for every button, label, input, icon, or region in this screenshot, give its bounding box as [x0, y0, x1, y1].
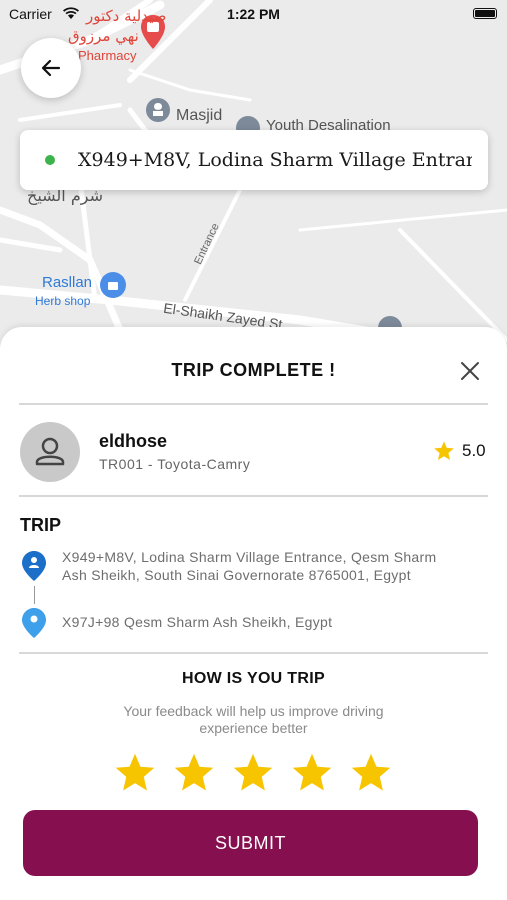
raslan-label: Rasllan: [42, 274, 93, 291]
driver-name: eldhose: [99, 431, 168, 451]
divider: [19, 652, 488, 654]
route-connector: [34, 586, 35, 604]
pickup-address-line-2: Ash Sheikh, South Sinai Governorate 8765…: [62, 567, 411, 583]
dropoff-pin-icon: [22, 608, 46, 638]
vehicle-info: TR001 - Toyota-Camry: [99, 456, 251, 472]
star-2-icon[interactable]: [172, 752, 216, 794]
pickup-pin-icon: [22, 551, 46, 581]
sheet-title: TRIP COMPLETE !: [171, 360, 336, 380]
battery-icon: [473, 8, 497, 19]
driver-avatar: [20, 422, 80, 482]
feedback-hint-line-2: experience better: [199, 720, 308, 736]
trip-question: HOW IS YOU TRIP: [182, 670, 325, 687]
star-icon: [434, 441, 454, 460]
pickup-address-line-1: X949+M8V, Lodina Sharm Village Entrance,…: [62, 549, 437, 565]
dropoff-address: X97J+98 Qesm Sharm Ash Sheikh, Egypt: [62, 614, 333, 630]
location-dot-icon: [45, 155, 55, 165]
pharmacy-label-ar-2: نهي مرزوق: [68, 27, 139, 45]
raslan-sub-label: Herb shop: [35, 294, 91, 308]
masjid-label: Masjid: [176, 107, 223, 124]
star-3-icon[interactable]: [231, 752, 275, 794]
status-bar: Carrier 1:22 PM: [0, 0, 507, 28]
feedback-hint-line-1: Your feedback will help us improve drivi…: [123, 703, 384, 719]
star-4-icon[interactable]: [290, 752, 334, 794]
feedback-hint: Your feedback will help us improve drivi…: [90, 703, 417, 737]
driver-rating: 5.0: [462, 441, 486, 460]
submit-button[interactable]: SUBMIT: [23, 810, 478, 876]
pharmacy-label-en: Pharmacy: [78, 48, 137, 63]
pickup-address: X949+M8V, Lodina Sharm Village Entrance,…: [62, 548, 436, 584]
person-icon: [35, 437, 65, 466]
back-button[interactable]: [21, 38, 81, 98]
close-icon[interactable]: [456, 357, 484, 385]
trip-heading: TRIP: [20, 515, 62, 535]
rating-stars: [113, 752, 393, 796]
arrow-left-icon: [41, 59, 61, 77]
trip-complete-sheet: TRIP COMPLETE ! eldhose TR001 - Toyota-C…: [0, 327, 507, 900]
star-1-icon[interactable]: [113, 752, 157, 794]
divider: [19, 403, 488, 405]
divider: [19, 495, 488, 497]
location-address: X949+M8V, Lodina Sharm Village Entrance: [78, 149, 472, 171]
star-5-icon[interactable]: [349, 752, 393, 794]
location-card[interactable]: X949+M8V, Lodina Sharm Village Entrance: [20, 130, 488, 190]
status-time: 1:22 PM: [227, 6, 280, 22]
